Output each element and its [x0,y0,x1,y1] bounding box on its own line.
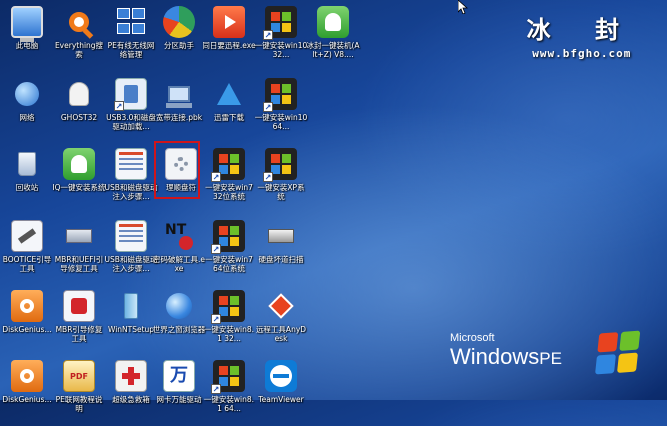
diskgenius-icon [11,360,43,392]
winntsetup-icon [115,290,147,322]
desktop: 此电脑 Everything搜索 PE有线无线网络管理 分区助手 同日要迅程.e… [0,0,667,413]
pdf-icon: PDF [63,360,95,392]
windows-icon: ↗ [211,360,245,394]
usb-icon: ↗ [114,78,147,111]
windows-icon: ↗ [263,148,297,182]
desktop-icon-mbr-repair[interactable]: MBR引导修复工具 [52,288,106,356]
desktop-icon-network[interactable]: 网络 [0,76,54,144]
desktop-icon-winntsetup[interactable]: WinNTSetup [104,288,158,356]
desktop-icon-network-manager[interactable]: PE有线无线网络管理 [104,4,158,72]
desktop-icon-anydesk[interactable]: 远程工具AnyDesk [254,288,308,356]
globe-network-icon [11,78,43,110]
bootice-icon [11,220,43,252]
desktop-icon-everything[interactable]: Everything搜索 [52,4,106,72]
anydesk-icon [265,290,297,322]
network-icon [115,6,147,38]
ghost-icon [317,6,349,38]
desktop-icon-install-win7-32[interactable]: ↗ 一键安装win7 32位系统 [202,146,256,214]
desktop-icon-this-pc[interactable]: 此电脑 [0,4,54,72]
windows-icon: ↗ [211,220,245,254]
desktop-icon-diskgenius-1[interactable]: DiskGenius... [0,288,54,356]
windows-icon: ↗ [263,78,297,112]
desktop-icon-driver-inject-2[interactable]: USB和磁盘驱动注入步骤... [104,218,158,286]
mbr-icon [63,220,95,252]
desktop-icon-thunder[interactable]: 迅雷下载 [202,76,256,144]
desktop-icon-install-win7-64[interactable]: ↗ 一键安装win7 64位系统 [202,218,256,286]
desktop-icon-install-win81-64[interactable]: ↗ 一键安装win8.1 64... [202,358,256,426]
ghost32-icon [63,78,95,110]
desktop-icon-broadband[interactable]: 宽带连接.pbk [152,76,206,144]
iq-ghost-icon [63,148,95,180]
windows-pe-text: WindowsPE [450,344,562,369]
driver-inject-icon [115,148,147,180]
desktop-icon-install-win81-32[interactable]: ↗ 一键安装win8.1 32... [202,288,256,356]
desktop-icon-nic-driver[interactable]: 万 网卡万能驱动 [152,358,206,426]
password-key-icon: NT [163,220,195,252]
magnifier-icon [63,6,95,39]
recycle-bin-icon [11,148,43,180]
mbr-fix-icon [63,290,95,322]
desktop-icon-iq-installer[interactable]: IQ一键安装系统 [52,146,106,214]
partition-icon [163,6,195,38]
desktop-icon-usb3-driver[interactable]: ↗ USB3.0和磁盘驱动加载... [104,76,158,144]
driver-inject-icon [115,220,147,252]
desktop-icon-ghost32[interactable]: GHOST32 [52,76,106,144]
desktop-icon-pe-network-guide[interactable]: PDF PE联网教程说明 [52,358,106,426]
shortcut-arrow-icon: ↗ [211,172,221,182]
microsoft-text: Microsoft [450,332,495,344]
brand-url: www.bfgho.com [532,47,632,60]
windows-icon: ↗ [211,148,245,182]
desktop-icon-teamviewer[interactable]: TeamViewer [254,358,308,426]
disk-scan-icon [265,220,297,252]
shortcut-arrow-icon: ↗ [211,244,221,254]
browser-icon [163,290,195,322]
diskgenius-icon [11,290,43,322]
wanneng-icon: 万 [163,360,195,392]
mouse-cursor-icon [458,0,468,14]
desktop-icon-rescue-box[interactable]: 超级急救箱 [104,358,158,426]
windows-pe-logo: Microsoft WindowsPE [450,332,562,370]
desktop-icon-theworld-browser[interactable]: 世界之窗浏览器 [152,288,206,356]
shortcut-arrow-icon: ↗ [263,102,273,112]
thunder-icon [213,78,245,110]
desktop-icon-media[interactable]: 同日要迅程.exe [202,4,256,72]
desktop-icon-bootice[interactable]: BOOTICE引导工具 [0,218,54,286]
desktop-icon-recycle-bin[interactable]: 回收站 [0,146,54,214]
broadband-icon [163,78,195,110]
brand-title: 冰 封 [526,15,637,44]
bingfeng-brand: 冰 封 www.bfgho.com [527,10,637,60]
shortcut-arrow-icon: ↗ [211,384,221,394]
windows-icon: ↗ [211,290,245,324]
desktop-icon-mbr-uefi-repair[interactable]: MBR和UEFI引导修复工具 [52,218,106,286]
windows-flag-icon [595,330,642,378]
desktop-icon-bingfeng-installer[interactable]: 冰封一键装机(Alt+Z) V8.... [306,4,360,72]
shortcut-arrow-icon: ↗ [263,172,273,182]
shortcut-arrow-icon: ↗ [263,30,273,40]
desktop-icon-driver-inject-1[interactable]: USB和磁盘驱动注入步骤... [104,146,158,214]
desktop-icon-disk-scan[interactable]: 硬盘坏道扫描 [254,218,308,286]
desktop-icon-diskgenius-2[interactable]: DiskGenius... [0,358,54,426]
selection-highlight [154,141,200,199]
windows-icon: ↗ [263,6,297,40]
shortcut-arrow-icon: ↗ [114,101,124,111]
media-icon [213,6,245,38]
desktop-icon-install-win10-32[interactable]: ↗ 一键安装win10 32... [254,4,308,72]
teamviewer-icon [265,360,297,392]
shortcut-arrow-icon: ↗ [211,314,221,324]
computer-icon [11,6,43,42]
desktop-icon-partition-assistant[interactable]: 分区助手 [152,4,206,72]
rescue-icon [115,360,147,392]
desktop-icon-install-xp[interactable]: ↗ 一键安装XP系统 [254,146,308,214]
desktop-icon-install-win10-64[interactable]: ↗ 一键安装win10 64... [254,76,308,144]
desktop-icon-password-crack[interactable]: NT 密码破解工具.exe [152,218,206,286]
